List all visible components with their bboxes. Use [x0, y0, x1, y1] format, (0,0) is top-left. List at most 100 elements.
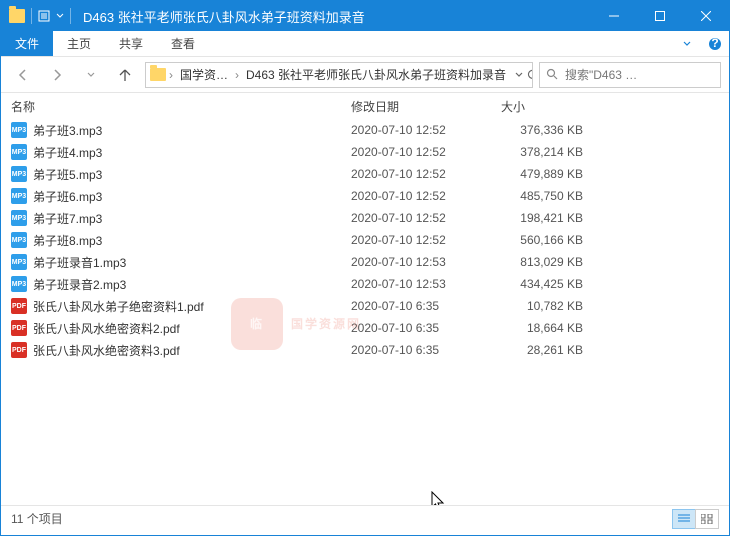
file-name-cell: PDF 张氏八卦风水绝密资料3.pdf — [1, 342, 341, 359]
column-header-date[interactable]: 修改日期 — [341, 94, 491, 119]
tab-file[interactable]: 文件 — [1, 31, 53, 56]
file-name: 弟子班录音1.mp3 — [33, 254, 126, 271]
file-size: 434,425 KB — [491, 277, 611, 291]
mp3-icon: MP3 — [11, 188, 27, 204]
file-date: 2020-07-10 6:35 — [341, 299, 491, 313]
chevron-right-icon[interactable]: › — [234, 68, 240, 82]
file-name-cell: MP3 弟子班录音1.mp3 — [1, 254, 341, 271]
file-date: 2020-07-10 12:52 — [341, 211, 491, 225]
chevron-right-icon[interactable]: › — [168, 68, 174, 82]
file-size: 28,261 KB — [491, 343, 611, 357]
file-name-cell: PDF张氏八卦风水绝密资料2.pdf — [1, 320, 341, 337]
up-button[interactable] — [111, 62, 139, 88]
mp3-icon: MP3 — [11, 144, 27, 160]
ribbon-collapse-button[interactable] — [673, 31, 701, 56]
divider — [70, 8, 71, 24]
file-name: 弟子班4.mp3 — [33, 144, 102, 161]
recent-locations-button[interactable] — [77, 62, 105, 88]
file-size: 485,750 KB — [491, 189, 611, 203]
content-area: 名称 修改日期 大小 MP3弟子班3.mp32020-07-10 12:5237… — [1, 93, 729, 505]
column-header-size[interactable]: 大小 — [491, 94, 611, 119]
search-placeholder: 搜索"D463 … — [565, 66, 637, 83]
window-title: D463 张社平老师张氏八卦风水弟子班资料加录音 — [79, 7, 591, 26]
forward-button[interactable] — [43, 62, 71, 88]
details-view-button[interactable] — [672, 509, 696, 529]
file-date: 2020-07-10 6:35 — [341, 321, 491, 335]
folder-icon — [150, 68, 166, 81]
maximize-button[interactable] — [637, 1, 683, 31]
quick-access-toolbar — [1, 8, 79, 24]
tab-view[interactable]: 查看 — [157, 31, 209, 56]
pdf-icon: PDF — [11, 342, 27, 358]
file-row[interactable]: MP3 弟子班5.mp3 2020-07-10 12:52479,889 KB — [1, 163, 729, 185]
tab-home[interactable]: 主页 — [53, 31, 105, 56]
file-name-cell: MP3 弟子班6.mp3 — [1, 188, 341, 205]
properties-icon[interactable] — [38, 10, 50, 22]
file-size: 560,166 KB — [491, 233, 611, 247]
minimize-button[interactable] — [591, 1, 637, 31]
search-input[interactable]: 搜索"D463 … — [539, 62, 721, 88]
file-name-cell: MP3 弟子班录音2.mp3 — [1, 276, 341, 293]
file-name: 弟子班3.mp3 — [33, 122, 102, 139]
file-name-cell: MP3 弟子班4.mp3 — [1, 144, 341, 161]
file-list[interactable]: 名称 修改日期 大小 MP3弟子班3.mp32020-07-10 12:5237… — [1, 93, 729, 505]
file-row[interactable]: MP3弟子班8.mp32020-07-10 12:52560,166 KB — [1, 229, 729, 251]
back-button[interactable] — [9, 62, 37, 88]
title-bar: D463 张社平老师张氏八卦风水弟子班资料加录音 — [1, 1, 729, 31]
divider — [31, 8, 32, 24]
file-date: 2020-07-10 12:52 — [341, 233, 491, 247]
file-name: 张氏八卦风水绝密资料2.pdf — [33, 320, 180, 337]
address-bar[interactable]: › 国学资… › D463 张社平老师张氏八卦风水弟子班资料加录音 — [145, 62, 533, 88]
file-row[interactable]: MP3 弟子班3.mp3 2020-07-10 12:52376,336 KB — [1, 119, 729, 141]
file-row[interactable]: MP3弟子班4.mp32020-07-10 12:52378,214 KB — [1, 141, 729, 163]
file-name-cell: MP3弟子班7.mp3 — [1, 210, 341, 227]
file-name-cell: MP3弟子班8.mp3 — [1, 232, 341, 249]
file-row[interactable]: MP3 弟子班录音1.mp3 2020-07-10 12:53813,029 KB — [1, 251, 729, 273]
file-name-cell: MP3 弟子班3.mp3 — [1, 122, 341, 139]
file-row[interactable]: PDF张氏八卦风水绝密资料2.pdf2020-07-10 6:3518,664 … — [1, 317, 729, 339]
file-date: 2020-07-10 12:53 — [341, 277, 491, 291]
chevron-down-icon[interactable] — [56, 12, 64, 20]
refresh-button[interactable] — [526, 63, 533, 87]
search-icon — [546, 68, 559, 81]
navigation-row: › 国学资… › D463 张社平老师张氏八卦风水弟子班资料加录音 搜索"D46… — [1, 57, 729, 93]
file-size: 376,336 KB — [491, 123, 611, 137]
file-size: 198,421 KB — [491, 211, 611, 225]
breadcrumb-item[interactable]: 国学资… — [176, 64, 232, 85]
breadcrumb-item[interactable]: D463 张社平老师张氏八卦风水弟子班资料加录音 — [242, 64, 510, 85]
column-headers: 名称 修改日期 大小 — [1, 93, 729, 119]
icons-view-button[interactable] — [695, 509, 719, 529]
file-name-cell: MP3 弟子班5.mp3 — [1, 166, 341, 183]
ribbon-tabs: 文件 主页 共享 查看 ? — [1, 31, 729, 57]
mp3-icon: MP3 — [11, 276, 27, 292]
close-button[interactable] — [683, 1, 729, 31]
mp3-icon: MP3 — [11, 254, 27, 270]
file-size: 479,889 KB — [491, 167, 611, 181]
status-bar: 11 个项目 — [1, 505, 729, 531]
file-name: 弟子班5.mp3 — [33, 166, 102, 183]
file-name-cell: PDF张氏八卦风水弟子绝密资料1.pdf — [1, 298, 341, 315]
file-size: 813,029 KB — [491, 255, 611, 269]
tab-share[interactable]: 共享 — [105, 31, 157, 56]
cursor-icon — [431, 491, 447, 505]
mp3-icon: MP3 — [11, 166, 27, 182]
file-date: 2020-07-10 12:52 — [341, 167, 491, 181]
file-date: 2020-07-10 12:53 — [341, 255, 491, 269]
file-name: 弟子班7.mp3 — [33, 210, 102, 227]
help-button[interactable]: ? — [701, 31, 729, 56]
file-name: 弟子班录音2.mp3 — [33, 276, 126, 293]
mp3-icon: MP3 — [11, 122, 27, 138]
file-name: 张氏八卦风水弟子绝密资料1.pdf — [33, 298, 204, 315]
file-date: 2020-07-10 12:52 — [341, 123, 491, 137]
file-row[interactable]: MP3弟子班6.mp32020-07-10 12:52485,750 KB — [1, 185, 729, 207]
file-row[interactable]: PDF张氏八卦风水绝密资料3.pdf2020-07-10 6:3528,261 … — [1, 339, 729, 361]
svg-text:?: ? — [711, 37, 718, 50]
file-name: 张氏八卦风水绝密资料3.pdf — [33, 342, 180, 359]
file-row[interactable]: MP3 弟子班录音2.mp3 2020-07-10 12:53434,425 KB — [1, 273, 729, 295]
file-row[interactable]: MP3弟子班7.mp32020-07-10 12:52198,421 KB — [1, 207, 729, 229]
file-row[interactable]: PDF张氏八卦风水弟子绝密资料1.pdf2020-07-10 6:3510,78… — [1, 295, 729, 317]
item-count: 11 个项目 — [11, 510, 63, 527]
column-header-name[interactable]: 名称 — [1, 94, 341, 119]
file-name: 弟子班6.mp3 — [33, 188, 102, 205]
address-dropdown-button[interactable] — [514, 63, 524, 87]
